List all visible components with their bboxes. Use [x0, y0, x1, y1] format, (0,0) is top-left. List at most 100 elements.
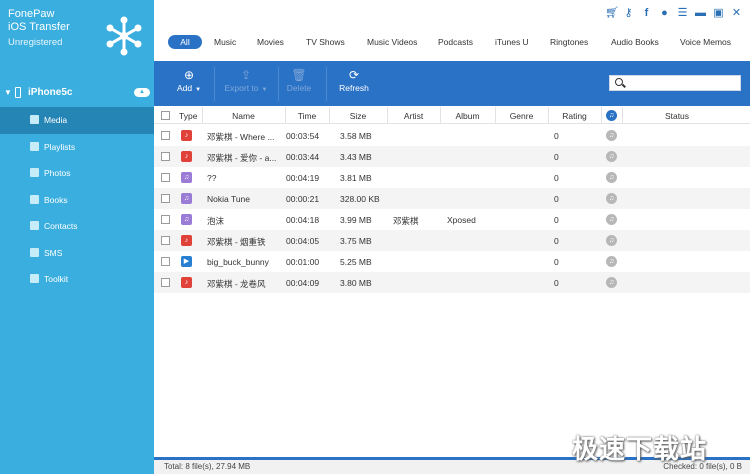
- phone-icon: [15, 87, 21, 98]
- cell-rating[interactable]: 0: [554, 215, 559, 225]
- tab-music[interactable]: Music: [214, 37, 236, 47]
- itunes-sync-icon[interactable]: ♫: [606, 110, 617, 121]
- close-icon[interactable]: ✕: [731, 7, 742, 19]
- sync-status-icon: ♫: [606, 214, 617, 225]
- tab-music-videos[interactable]: Music Videos: [367, 37, 417, 47]
- cell-size: 3.99 MB: [340, 215, 372, 225]
- cell-time: 00:03:44: [286, 152, 320, 162]
- refresh-icon: ⟳: [348, 68, 360, 82]
- row-checkbox[interactable]: [161, 194, 170, 203]
- tab-voice-memos[interactable]: Voice Memos: [680, 37, 731, 47]
- row-checkbox[interactable]: [161, 215, 170, 224]
- cell-rating[interactable]: 0: [554, 194, 559, 204]
- tab-tv-shows[interactable]: TV Shows: [306, 37, 345, 47]
- export-label: Export to: [224, 83, 259, 93]
- music-type-icon: ♪: [181, 130, 192, 141]
- cell-name: 邓紫棋 - 爱你 - a...: [207, 153, 277, 163]
- column-divider: [601, 107, 602, 124]
- sync-status-icon: ♫: [606, 172, 617, 183]
- message-icon: [30, 247, 39, 257]
- device-name: iPhone5c: [28, 87, 73, 98]
- cell-time: 00:04:05: [286, 236, 320, 246]
- tab-ringtones[interactable]: Ringtones: [550, 37, 588, 47]
- device-item[interactable]: ▼ iPhone5c ▲: [0, 84, 154, 102]
- tab-itunes-u[interactable]: iTunes U: [495, 37, 529, 47]
- key-icon[interactable]: ⚷: [623, 7, 634, 19]
- col-size[interactable]: Size: [329, 111, 387, 121]
- cell-rating[interactable]: 0: [554, 152, 559, 162]
- sync-status-icon: ♫: [606, 235, 617, 246]
- cell-time: 00:00:21: [286, 194, 320, 204]
- col-album[interactable]: Album: [440, 111, 495, 121]
- col-artist[interactable]: Artist: [387, 111, 440, 121]
- cell-name: big_buck_bunny: [207, 257, 269, 267]
- tab-audio-books[interactable]: Audio Books: [611, 37, 659, 47]
- cell-time: 00:03:54: [286, 131, 320, 141]
- title-bar: 🛒︎ ⚷ f ● ☰ ▬ ▣ ✕: [154, 0, 750, 28]
- book-icon: [30, 194, 39, 204]
- cell-rating[interactable]: 0: [554, 257, 559, 267]
- row-checkbox[interactable]: [161, 257, 170, 266]
- menu-icon[interactable]: ☰: [677, 7, 688, 19]
- col-status[interactable]: Status: [622, 111, 732, 121]
- sidebar-item-media[interactable]: Media: [0, 107, 154, 134]
- music-type-icon: ♪: [181, 277, 192, 288]
- table-row[interactable]: ♫?? 00:04:19 3.81 MB 0 ♫: [154, 167, 750, 188]
- caret-down-icon[interactable]: ▼: [4, 88, 12, 97]
- cell-rating[interactable]: 0: [554, 278, 559, 288]
- row-checkbox[interactable]: [161, 131, 170, 140]
- col-genre[interactable]: Genre: [495, 111, 548, 121]
- col-rating[interactable]: Rating: [548, 111, 601, 121]
- table-row[interactable]: ♪ 邓紫棋 - 烟重铁 00:04:05 3.75 MB 0 ♫: [154, 230, 750, 251]
- col-type[interactable]: Type: [179, 111, 197, 121]
- eject-icon[interactable]: ▲: [134, 88, 150, 97]
- table-row[interactable]: ▶ big_buck_bunny 00:01:00 5.25 MB 0 ♫: [154, 251, 750, 272]
- maximize-icon[interactable]: ▣: [713, 7, 724, 19]
- row-checkbox[interactable]: [161, 152, 170, 161]
- cell-rating[interactable]: 0: [554, 131, 559, 141]
- sidebar-item-playlists[interactable]: Playlists: [0, 134, 154, 161]
- table-row[interactable]: ♪ 邓紫棋 - Where ... 00:03:54 3.58 MB 0 ♫: [154, 125, 750, 146]
- row-checkbox[interactable]: [161, 236, 170, 245]
- tab-movies[interactable]: Movies: [257, 37, 284, 47]
- caret-down-icon[interactable]: ▼: [262, 87, 268, 93]
- add-button[interactable]: ⊕ Add ▼: [172, 67, 206, 93]
- cart-icon[interactable]: 🛒︎: [605, 7, 619, 19]
- tab-podcasts[interactable]: Podcasts: [438, 37, 473, 47]
- facebook-icon[interactable]: f: [641, 7, 652, 19]
- row-checkbox[interactable]: [161, 173, 170, 182]
- search-icon: [615, 78, 623, 86]
- cell-time: 00:04:18: [286, 215, 320, 225]
- sidebar-item-sms[interactable]: SMS: [0, 240, 154, 267]
- sidebar-item-photos[interactable]: Photos: [0, 160, 154, 187]
- minimize-icon[interactable]: ▬: [695, 7, 706, 19]
- table-row[interactable]: ♫ Nokia Tune 00:00:21 328.00 KB 0 ♫: [154, 188, 750, 209]
- cell-rating[interactable]: 0: [554, 173, 559, 183]
- select-all-checkbox[interactable]: [161, 111, 170, 120]
- cell-rating[interactable]: 0: [554, 236, 559, 246]
- sidebar-item-books[interactable]: Books: [0, 187, 154, 214]
- sidebar-item-toolkit[interactable]: Toolkit: [0, 266, 154, 293]
- table-row[interactable]: ♫ 泡沫 00:04:18 3.99 MB 邓紫棋 Xposed 0 ♫: [154, 209, 750, 230]
- search-box[interactable]: [609, 75, 741, 91]
- media-table: Type Name Time Size Artist Album Genre R…: [154, 107, 750, 457]
- registration-status[interactable]: Unregistered: [8, 37, 62, 48]
- caret-down-icon[interactable]: ▼: [195, 87, 201, 93]
- refresh-button[interactable]: ⟳ Refresh: [336, 67, 372, 93]
- sync-status-icon: ♫: [606, 193, 617, 204]
- table-row[interactable]: ♪ 邓紫棋 - 爱你 - a... 00:03:44 3.43 MB 0 ♫: [154, 146, 750, 167]
- sidebar-item-label: Books: [44, 194, 68, 205]
- add-label: Add: [176, 83, 193, 93]
- export-button[interactable]: ⇪ Export to ▼: [220, 67, 272, 93]
- toolbar-divider: [278, 67, 279, 101]
- tab-all[interactable]: All: [168, 35, 202, 49]
- col-name[interactable]: Name: [202, 111, 285, 121]
- cell-size: 3.75 MB: [340, 236, 372, 246]
- chat-icon[interactable]: ●: [659, 7, 670, 19]
- delete-button[interactable]: 🗑︎ Delete: [282, 67, 316, 93]
- table-row[interactable]: ♪ 邓紫棋 - 龙卷风 00:04:09 3.80 MB 0 ♫: [154, 272, 750, 293]
- col-time[interactable]: Time: [285, 111, 329, 121]
- row-checkbox[interactable]: [161, 278, 170, 287]
- sidebar-item-contacts[interactable]: Contacts: [0, 213, 154, 240]
- search-input[interactable]: [628, 77, 736, 89]
